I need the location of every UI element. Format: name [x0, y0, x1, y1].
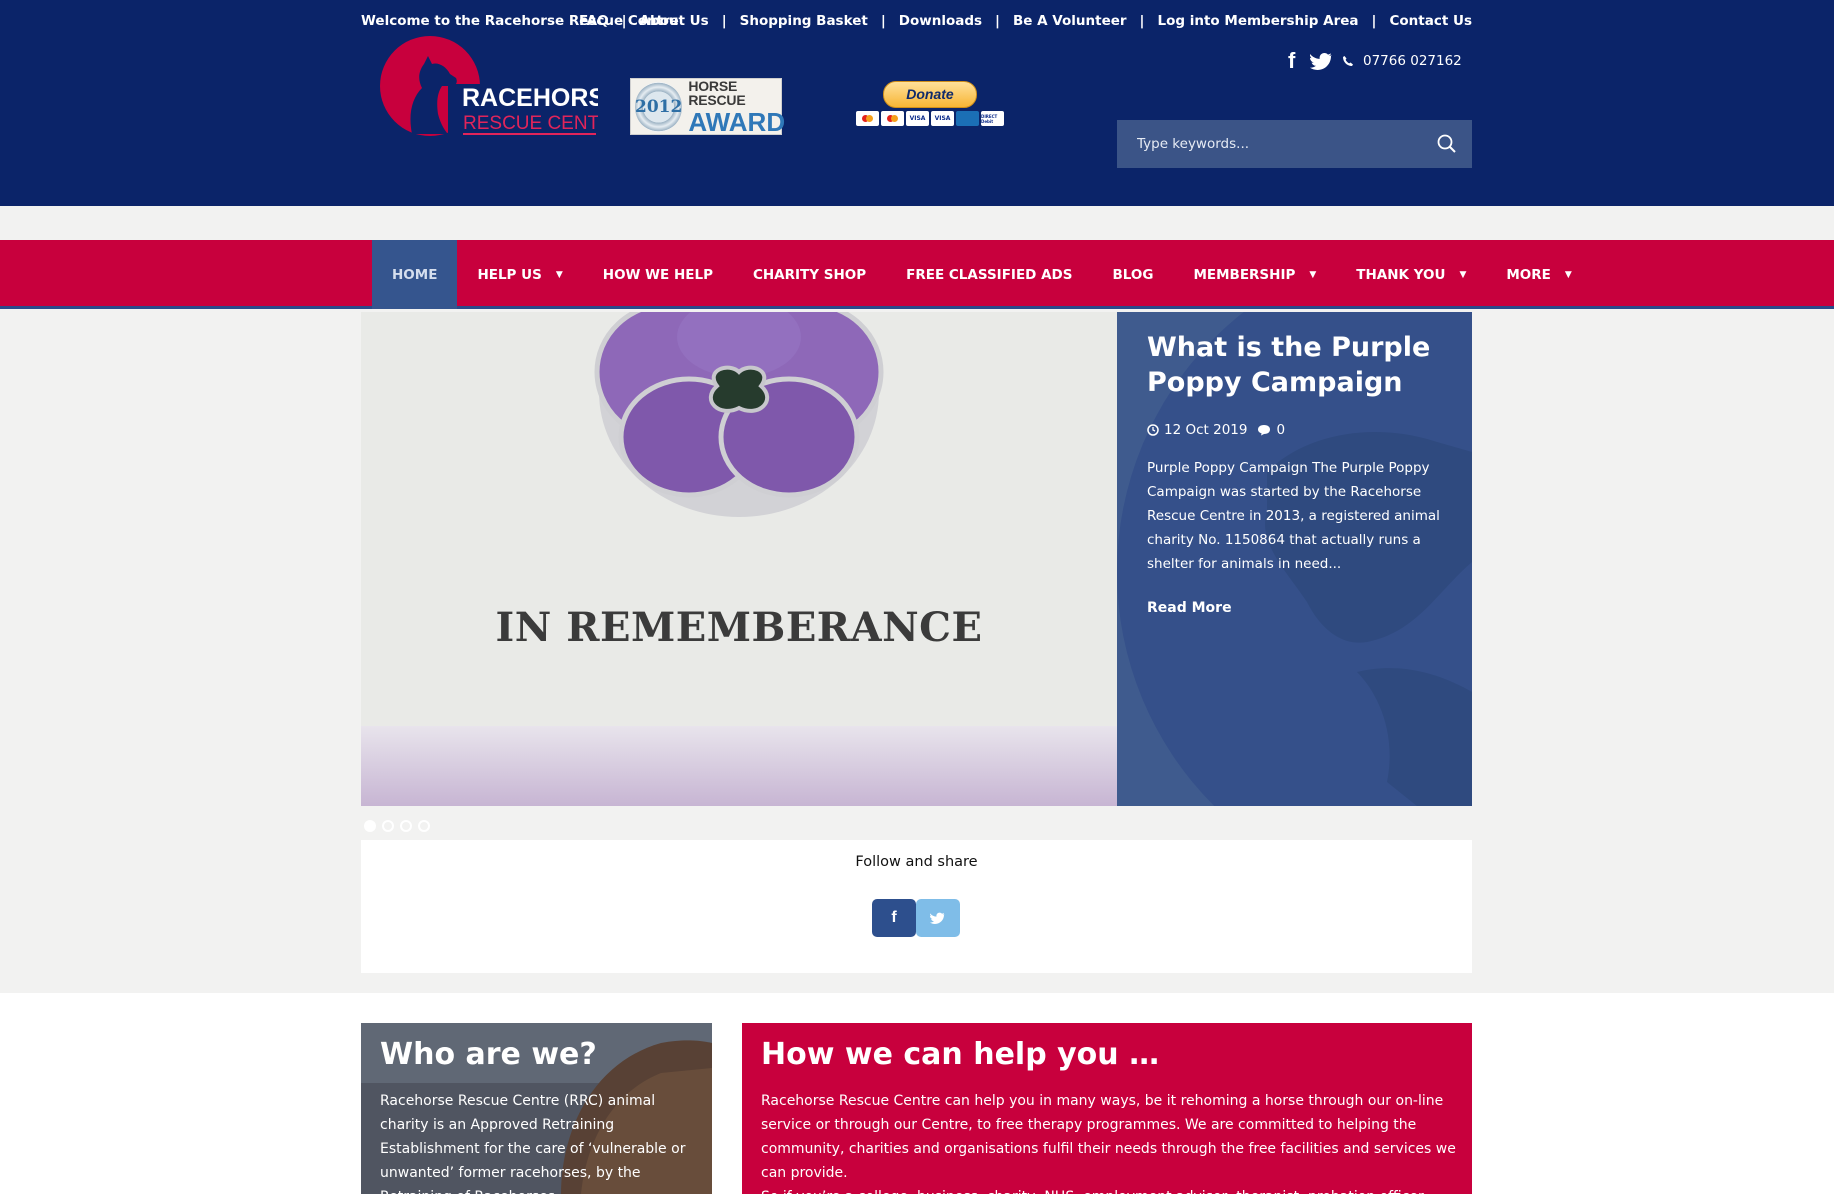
how-we-help-box: How we can help you … Racehorse Rescue C…: [742, 1023, 1472, 1194]
nav-item-free-classified-ads[interactable]: FREE CLASSIFIED ADS: [886, 240, 1092, 309]
slide-caption-panel: What is the Purple Poppy Campaign 12 Oct…: [1117, 312, 1472, 806]
read-more-link[interactable]: Read More: [1147, 600, 1232, 616]
chevron-down-icon: ▼: [555, 269, 563, 280]
slide-title[interactable]: What is the Purple Poppy Campaign: [1147, 330, 1447, 400]
who-are-we-box: Who are we? Racehorse Rescue Centre (RRC…: [361, 1023, 712, 1194]
main-nav: HOME HELP US ▼ HOW WE HELP CHARITY SHOP F…: [0, 240, 1834, 309]
chevron-down-icon: ▼: [1309, 269, 1317, 280]
follow-share-label: Follow and share: [855, 854, 978, 870]
top-link-contact[interactable]: Contact Us: [1389, 13, 1472, 29]
slide-image-caption: IN REMEMBERANCE: [495, 604, 983, 651]
slider-dot-1[interactable]: [364, 820, 376, 832]
share-twitter-button[interactable]: [916, 899, 960, 937]
separator: |: [1371, 13, 1377, 29]
slider-dot-4[interactable]: [418, 820, 430, 832]
twitter-icon[interactable]: [1310, 51, 1334, 71]
slide-image-field-scene: [361, 726, 1117, 806]
facebook-icon[interactable]: f: [1288, 48, 1302, 74]
howhelp-title: How we can help you …: [761, 1037, 1160, 1072]
chevron-down-icon: ▼: [1564, 269, 1572, 280]
chevron-down-icon: ▼: [1459, 269, 1467, 280]
separator: |: [721, 13, 727, 29]
search-input[interactable]: [1137, 120, 1427, 168]
donate-button[interactable]: Donate: [883, 81, 977, 108]
site-logo[interactable]: RACEHORSE RESCUE CENTRE: [378, 34, 598, 142]
slide-date: 12 Oct 2019: [1164, 422, 1248, 438]
top-nav: FAQ | About Us | Shopping Basket | Downl…: [579, 13, 1472, 29]
howhelp-paragraph-1: Racehorse Rescue Centre can help you in …: [761, 1093, 1456, 1181]
bank-icon: [956, 111, 979, 126]
nav-item-charity-shop[interactable]: CHARITY SHOP: [733, 240, 886, 309]
share-facebook-button[interactable]: f: [872, 899, 916, 937]
search-box: [1117, 120, 1472, 168]
separator: |: [995, 13, 1000, 29]
nav-item-help-us[interactable]: HELP US ▼: [457, 240, 582, 309]
top-link-basket[interactable]: Shopping Basket: [740, 13, 868, 29]
maestro-icon: [881, 111, 904, 126]
top-link-about[interactable]: About Us: [640, 13, 709, 29]
nav-item-thank-you[interactable]: THANK YOU ▼: [1336, 240, 1486, 309]
nav-item-how-we-help[interactable]: HOW WE HELP: [583, 240, 733, 309]
slide-excerpt: Purple Poppy Campaign The Purple Poppy C…: [1147, 460, 1440, 572]
direct-debit-icon: DIRECT Debit: [981, 111, 1004, 126]
slider-dot-3[interactable]: [400, 820, 412, 832]
follow-share-box: Follow and share f: [361, 840, 1472, 973]
phone-icon: [1343, 56, 1353, 66]
payment-cards: VISA VISA DIRECT Debit: [849, 111, 1011, 126]
award-seal-icon: 2012: [635, 81, 683, 132]
slider-dot-2[interactable]: [382, 820, 394, 832]
slide-comment-count[interactable]: 0: [1276, 422, 1285, 438]
award-line1: HORSE RESCUE: [688, 77, 746, 108]
top-link-faq[interactable]: FAQ: [579, 13, 609, 29]
mastercard-icon: [856, 111, 879, 126]
paypal-donate: Donate VISA VISA DIRECT Debit: [849, 81, 1011, 141]
facebook-icon: f: [891, 909, 897, 926]
header-social: f 07766 027162: [1288, 48, 1462, 74]
clock-icon: [1147, 424, 1159, 436]
separator: |: [621, 13, 627, 29]
svg-text:RACEHORSE: RACEHORSE: [462, 84, 598, 112]
who-title: Who are we?: [380, 1037, 597, 1072]
visa-icon: VISA: [906, 111, 929, 126]
slider-pagination: [364, 820, 430, 832]
nav-item-membership[interactable]: MEMBERSHIP ▼: [1173, 240, 1336, 309]
svg-text:RESCUE CENTRE: RESCUE CENTRE: [463, 113, 598, 134]
horse-rescue-award-badge: 2012 HORSE RESCUE AWARD: [630, 77, 786, 137]
nav-item-more[interactable]: MORE ▼: [1486, 240, 1591, 309]
site-header: Welcome to the Racehorse Rescue Centre F…: [0, 0, 1834, 206]
slide-image[interactable]: IN REMEMBERANCE: [361, 312, 1117, 806]
who-text: Racehorse Rescue Centre (RRC) animal cha…: [380, 1093, 686, 1194]
twitter-icon: [930, 912, 945, 924]
top-link-membership-login[interactable]: Log into Membership Area: [1157, 13, 1358, 29]
comment-icon: [1258, 425, 1271, 436]
award-line2: AWARD: [688, 106, 786, 137]
nav-item-home[interactable]: HOME: [372, 240, 458, 309]
howhelp-paragraph-2: So if you’re a college, business, charit…: [761, 1185, 1461, 1194]
nav-item-blog[interactable]: BLOG: [1092, 240, 1173, 309]
top-link-volunteer[interactable]: Be A Volunteer: [1013, 13, 1127, 29]
separator: |: [1139, 13, 1145, 29]
separator: |: [880, 13, 886, 29]
search-icon[interactable]: [1436, 133, 1458, 155]
top-link-downloads[interactable]: Downloads: [899, 13, 982, 29]
visa-electron-icon: VISA: [931, 111, 954, 126]
phone-number[interactable]: 07766 027162: [1363, 53, 1462, 69]
slide-meta: 12 Oct 2019 0: [1147, 422, 1285, 438]
